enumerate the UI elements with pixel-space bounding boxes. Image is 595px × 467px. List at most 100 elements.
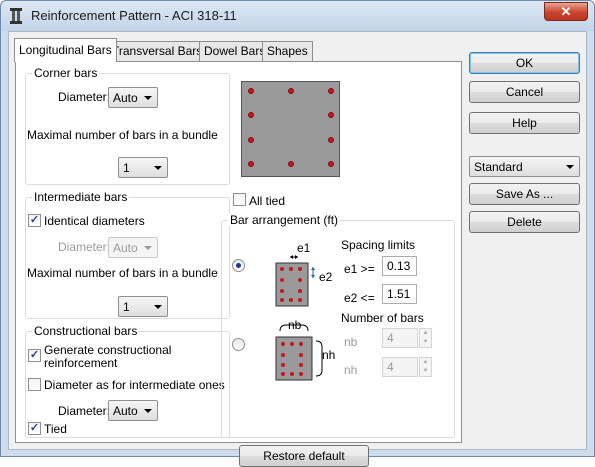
diagram-rebar bbox=[280, 289, 284, 293]
tab-longitudinal-bars[interactable]: Longitudinal Bars bbox=[14, 38, 117, 62]
max-bundle-label: Maximal number of bars in a bundle bbox=[27, 128, 218, 142]
diagram-rebar bbox=[299, 342, 303, 346]
e1-input[interactable]: 0.13 bbox=[382, 256, 417, 276]
rebar-corner bbox=[248, 88, 254, 94]
select-value: Auto bbox=[113, 404, 138, 418]
tab-label: Dowel Bars bbox=[204, 44, 266, 58]
spacing-limits-label: Spacing limits bbox=[341, 238, 416, 252]
diagram-rebar bbox=[290, 342, 294, 346]
chevron-down-icon bbox=[144, 96, 152, 100]
diagram-rebar bbox=[280, 267, 284, 271]
diagram-rebar bbox=[280, 278, 284, 282]
dialog-window: Reinforcement Pattern - ACI 318-11 ✕ Lon… bbox=[0, 0, 595, 467]
diagram-rebar bbox=[290, 372, 294, 376]
e2-input[interactable]: 1.51 bbox=[382, 284, 417, 304]
rebar-corner bbox=[248, 161, 254, 167]
spin-down-icon[interactable]: ▼ bbox=[420, 338, 431, 347]
all-tied-label: All tied bbox=[249, 194, 286, 208]
select-value: Auto bbox=[113, 91, 138, 105]
max-bundle-label: Maximal number of bars in a bundle bbox=[27, 266, 218, 280]
spin-up-icon[interactable]: ▲ bbox=[420, 358, 431, 367]
generate-constructional-checkbox[interactable]: ✓ bbox=[28, 349, 41, 362]
save-as-button[interactable]: Save As ... bbox=[469, 183, 580, 205]
identical-diameters-label: Identical diameters bbox=[44, 214, 145, 228]
rebar-intermediate bbox=[248, 112, 254, 118]
cancel-button[interactable]: Cancel bbox=[469, 81, 580, 103]
chevron-down-icon bbox=[154, 166, 162, 170]
diameter-label: Diameter: bbox=[58, 240, 111, 254]
diagram-rebar bbox=[281, 372, 285, 376]
diameter-as-intermediate-checkbox[interactable] bbox=[28, 378, 41, 391]
constructional-bars-group: Constructional bars ✓ Generate construct… bbox=[25, 324, 230, 438]
generate-constructional-label: Generate constructional bbox=[44, 343, 172, 357]
diagram-rebar bbox=[299, 363, 303, 367]
spin-down-icon[interactable]: ▼ bbox=[420, 367, 431, 376]
rebar-corner bbox=[328, 161, 334, 167]
ok-button[interactable]: OK bbox=[469, 52, 580, 74]
tied-checkbox[interactable]: ✓ bbox=[28, 422, 41, 435]
identical-diameters-checkbox[interactable]: ✓ bbox=[28, 214, 41, 227]
arrangement-spacing-radio[interactable] bbox=[232, 259, 245, 272]
nh-label: nh bbox=[344, 363, 358, 377]
diagram-rebar bbox=[280, 298, 284, 302]
e2-label: e2 <= bbox=[344, 291, 375, 305]
generate-constructional-label-line2: reinforcement bbox=[44, 356, 118, 370]
select-value: Auto bbox=[113, 241, 138, 255]
diagram-rebar bbox=[298, 298, 302, 302]
tab-label: Shapes bbox=[267, 44, 308, 58]
tied-label: Tied bbox=[44, 422, 67, 436]
intermediate-bars-group: Intermediate bars ✓ Identical diameters … bbox=[25, 190, 230, 319]
window-title: Reinforcement Pattern - ACI 318-11 bbox=[31, 8, 237, 23]
dialog-client: Longitudinal Bars Transversal Bars Dowel… bbox=[8, 31, 587, 467]
chevron-down-icon bbox=[154, 305, 162, 309]
corner-bars-group: Corner bars Diameter: Auto Maximal numbe… bbox=[25, 66, 230, 185]
group-title: Intermediate bars bbox=[32, 190, 130, 204]
nb-label: nb bbox=[344, 335, 358, 349]
group-title: Bar arrangement (ft) bbox=[228, 213, 341, 227]
number-of-bars-label: Number of bars bbox=[341, 311, 424, 325]
restore-default-button[interactable]: Restore default bbox=[239, 445, 369, 467]
constructional-diameter-select[interactable]: Auto bbox=[108, 400, 158, 421]
nb-input[interactable]: 4 bbox=[382, 328, 418, 348]
diagram-rebar bbox=[289, 267, 293, 271]
select-value: Standard bbox=[474, 160, 523, 174]
intermediate-bundle-select[interactable]: 1 bbox=[118, 296, 168, 317]
delete-button[interactable]: Delete bbox=[469, 211, 580, 233]
corner-diameter-select[interactable]: Auto bbox=[108, 87, 158, 108]
rebar-corner bbox=[328, 88, 334, 94]
diagram-rebar bbox=[281, 363, 285, 367]
title-bar[interactable]: Reinforcement Pattern - ACI 318-11 ✕ bbox=[1, 1, 594, 31]
rebar-intermediate bbox=[288, 161, 294, 167]
nh-stepper[interactable]: ▲ ▼ bbox=[419, 357, 432, 377]
intermediate-diameter-select[interactable]: Auto bbox=[108, 237, 158, 258]
arrangement-number-radio[interactable] bbox=[232, 338, 245, 351]
close-button[interactable]: ✕ bbox=[544, 2, 588, 21]
bar-arrangement-group: Bar arrangement (ft) e1 e2 Spacing limit… bbox=[221, 213, 455, 438]
close-icon: ✕ bbox=[560, 4, 572, 19]
nh-input[interactable]: 4 bbox=[382, 357, 418, 377]
tab-transversal-bars[interactable]: Transversal Bars bbox=[107, 41, 208, 61]
select-value: 1 bbox=[123, 161, 130, 175]
group-title: Constructional bars bbox=[32, 324, 140, 338]
diagram-rebar bbox=[298, 289, 302, 293]
tab-dowel-bars[interactable]: Dowel Bars bbox=[199, 41, 271, 61]
diagram-rebar bbox=[281, 353, 285, 357]
preset-select[interactable]: Standard bbox=[469, 156, 580, 177]
tab-shapes[interactable]: Shapes bbox=[262, 41, 313, 61]
rebar-intermediate bbox=[328, 137, 334, 143]
corner-bundle-select[interactable]: 1 bbox=[118, 157, 168, 178]
spin-up-icon[interactable]: ▲ bbox=[420, 329, 431, 338]
section-preview bbox=[241, 81, 340, 177]
e1-label: e1 >= bbox=[344, 262, 375, 276]
rebar-intermediate bbox=[328, 112, 334, 118]
diameter-as-intermediate-label: Diameter as for intermediate ones bbox=[44, 378, 225, 392]
app-icon bbox=[10, 8, 22, 24]
diagram-rebar bbox=[299, 353, 303, 357]
nb-stepper[interactable]: ▲ ▼ bbox=[419, 328, 432, 348]
help-button[interactable]: Help bbox=[469, 112, 580, 134]
diagram-rebar bbox=[281, 342, 285, 346]
all-tied-checkbox[interactable] bbox=[233, 193, 246, 206]
group-title: Corner bars bbox=[32, 66, 100, 80]
chevron-down-icon bbox=[144, 409, 152, 413]
diagram-rebar bbox=[298, 278, 302, 282]
